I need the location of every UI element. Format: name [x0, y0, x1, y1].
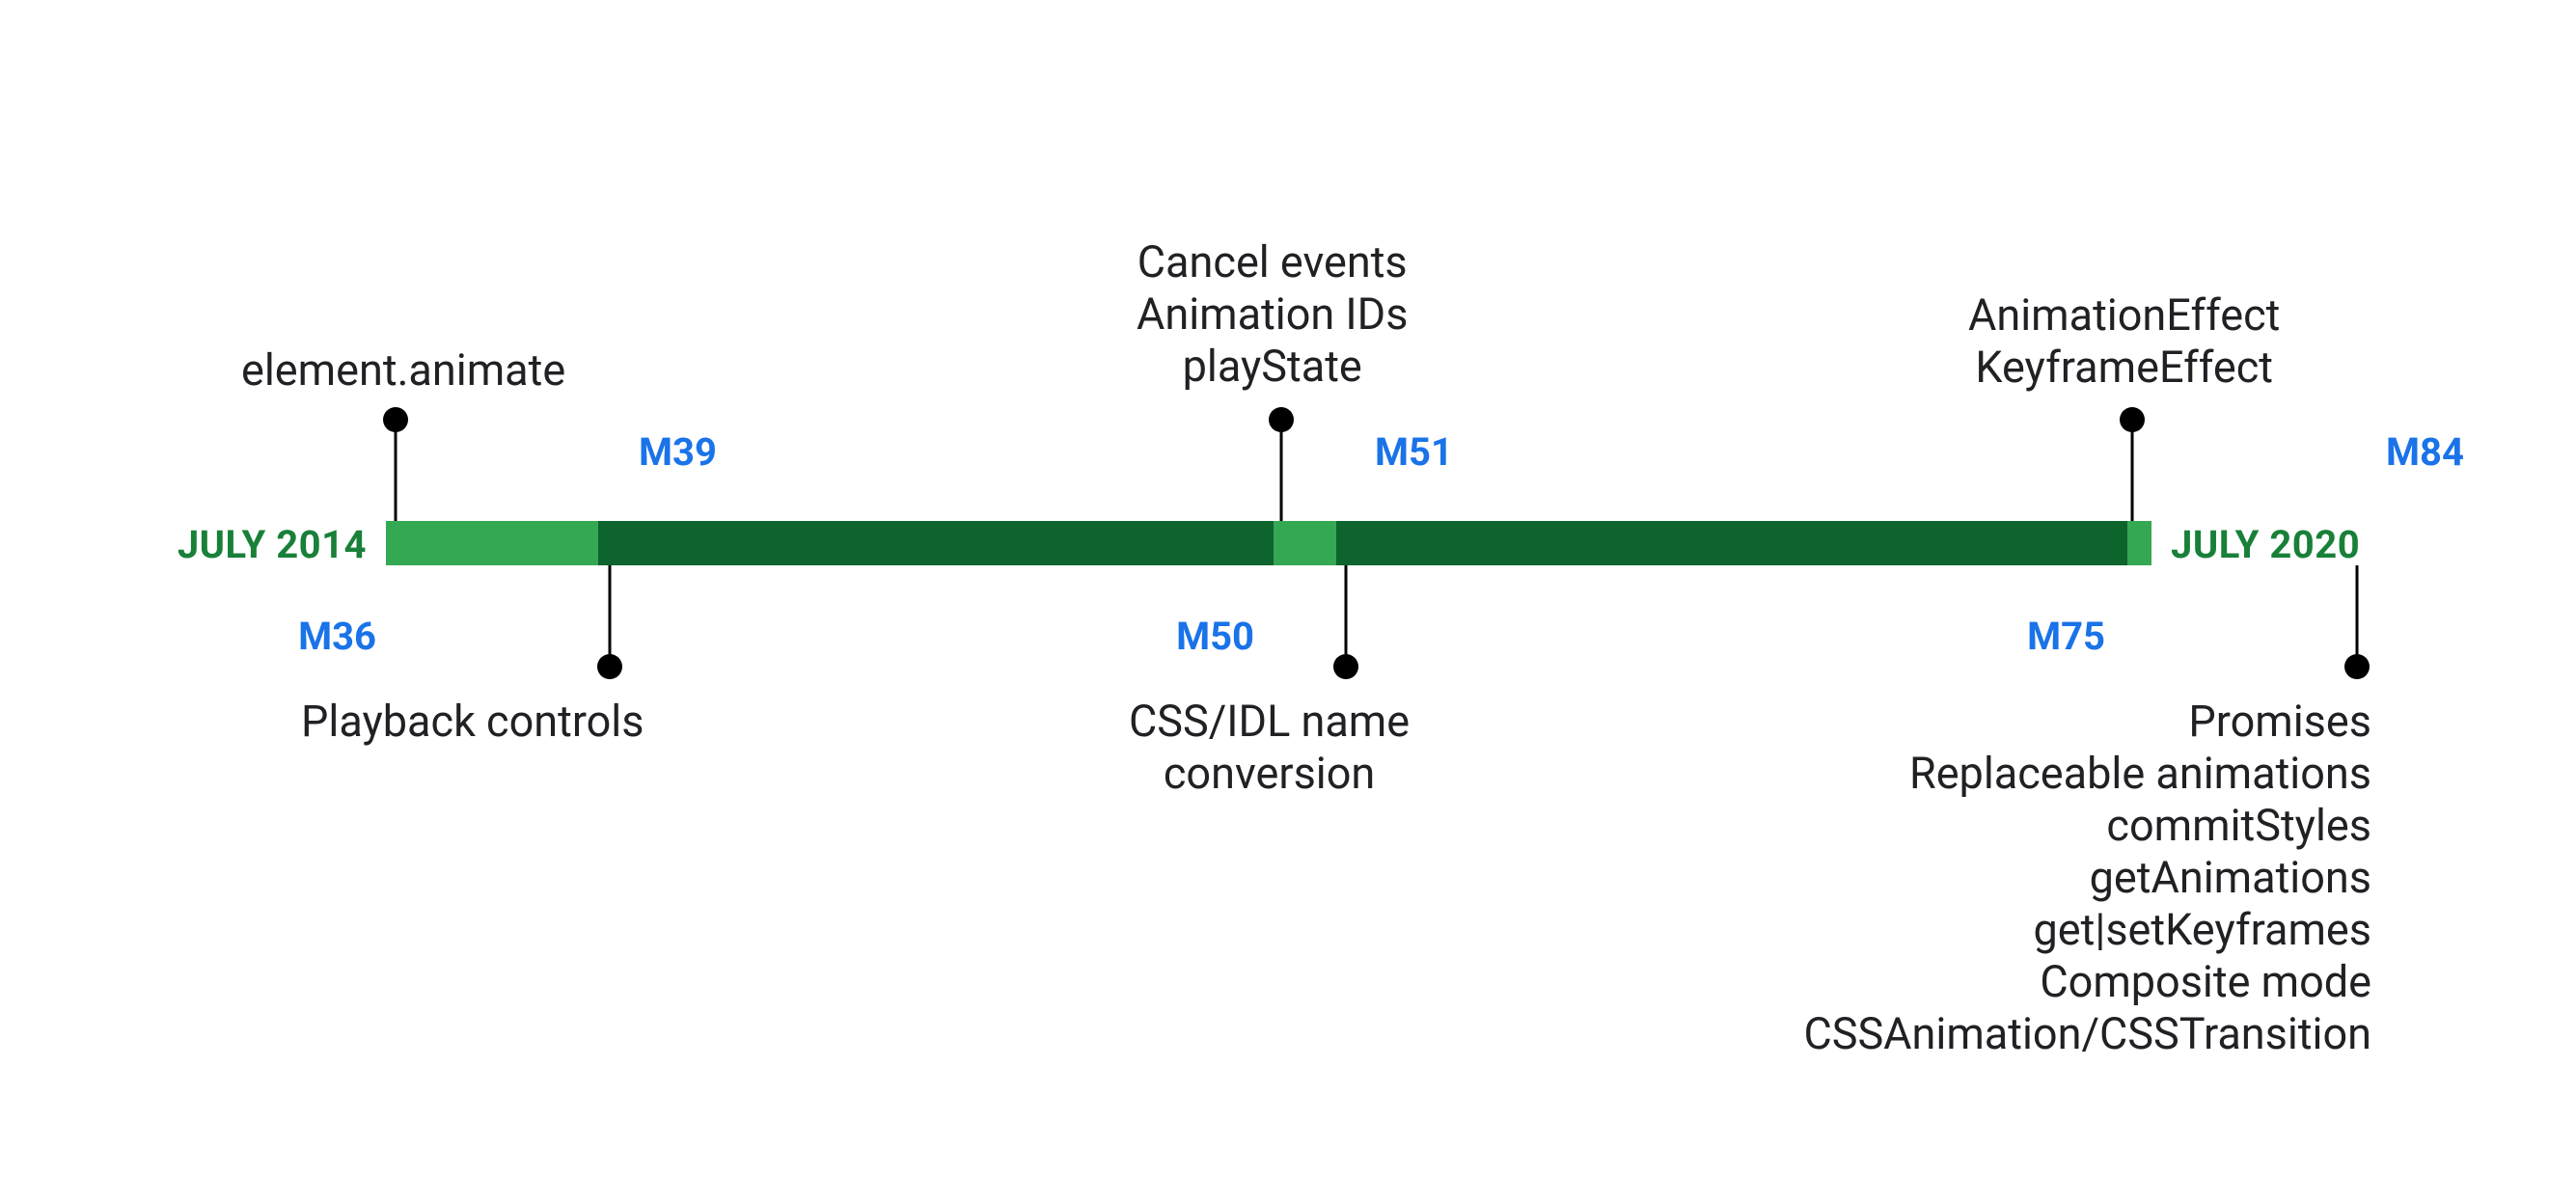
event-stem-m36 [395, 420, 397, 521]
event-text-m50-line-0: Cancel events [1137, 236, 1408, 287]
event-text-m75-line-1: KeyframeEffect [1975, 342, 2273, 393]
event-text-m50-line-1: Animation IDs [1137, 288, 1408, 340]
event-text-m84-line-5: Composite mode [2040, 956, 2371, 1007]
event-text-m50: Cancel events Animation IDs playState [1137, 236, 1408, 393]
event-text-m84-line-4: get|setKeyframes [2033, 904, 2371, 955]
event-dot-m75 [2120, 407, 2145, 432]
event-text-m84-line-1: Replaceable animations [1909, 748, 2371, 799]
event-dot-m84 [2344, 654, 2370, 679]
event-text-m84-line-6: CSSAnimation/CSSTransition [1803, 1008, 2371, 1059]
event-stem-m51 [1345, 565, 1348, 667]
milestone-label-m39: M39 [639, 429, 717, 475]
event-stem-m50 [1280, 420, 1283, 521]
event-text-m36: element.animate [241, 344, 565, 397]
event-text-m84: Promises Replaceable animations commitSt… [1803, 696, 2371, 1060]
event-text-m51-line-1: conversion [1164, 748, 1375, 799]
milestone-label-m36: M36 [298, 614, 376, 659]
event-text-m51: CSS/IDL name conversion [1129, 696, 1410, 800]
event-stem-m84 [2356, 565, 2359, 667]
event-dot-m39 [597, 654, 622, 679]
end-date-label: JULY 2020 [2171, 522, 2360, 567]
event-dot-m51 [1333, 654, 1358, 679]
event-text-m50-line-2: playState [1183, 341, 1362, 392]
event-stem-m39 [609, 565, 612, 667]
event-text-m84-line-2: commitStyles [2106, 800, 2371, 851]
milestone-label-m51: M51 [1375, 429, 1453, 475]
event-text-m75-line-0: AnimationEffect [1968, 289, 2280, 341]
event-text-m84-line-0: Promises [2188, 696, 2371, 747]
timeline-bar-dark-0 [598, 521, 1274, 565]
milestone-label-m84: M84 [2386, 429, 2464, 475]
timeline-diagram: JULY 2014 JULY 2020 M36 element.animate … [0, 0, 2576, 1204]
start-date-label: JULY 2014 [178, 522, 367, 567]
event-text-m51-line-0: CSS/IDL name [1129, 696, 1410, 747]
event-text-m39: Playback controls [301, 696, 644, 748]
milestone-label-m50: M50 [1176, 614, 1254, 659]
event-text-m84-line-3: getAnimations [2090, 852, 2371, 903]
milestone-label-m75: M75 [2027, 614, 2105, 659]
event-dot-m36 [383, 407, 408, 432]
event-dot-m50 [1269, 407, 1294, 432]
event-stem-m75 [2131, 420, 2134, 521]
timeline-bar-dark-1 [1336, 521, 2127, 565]
event-text-m75: AnimationEffect KeyframeEffect [1968, 289, 2280, 394]
